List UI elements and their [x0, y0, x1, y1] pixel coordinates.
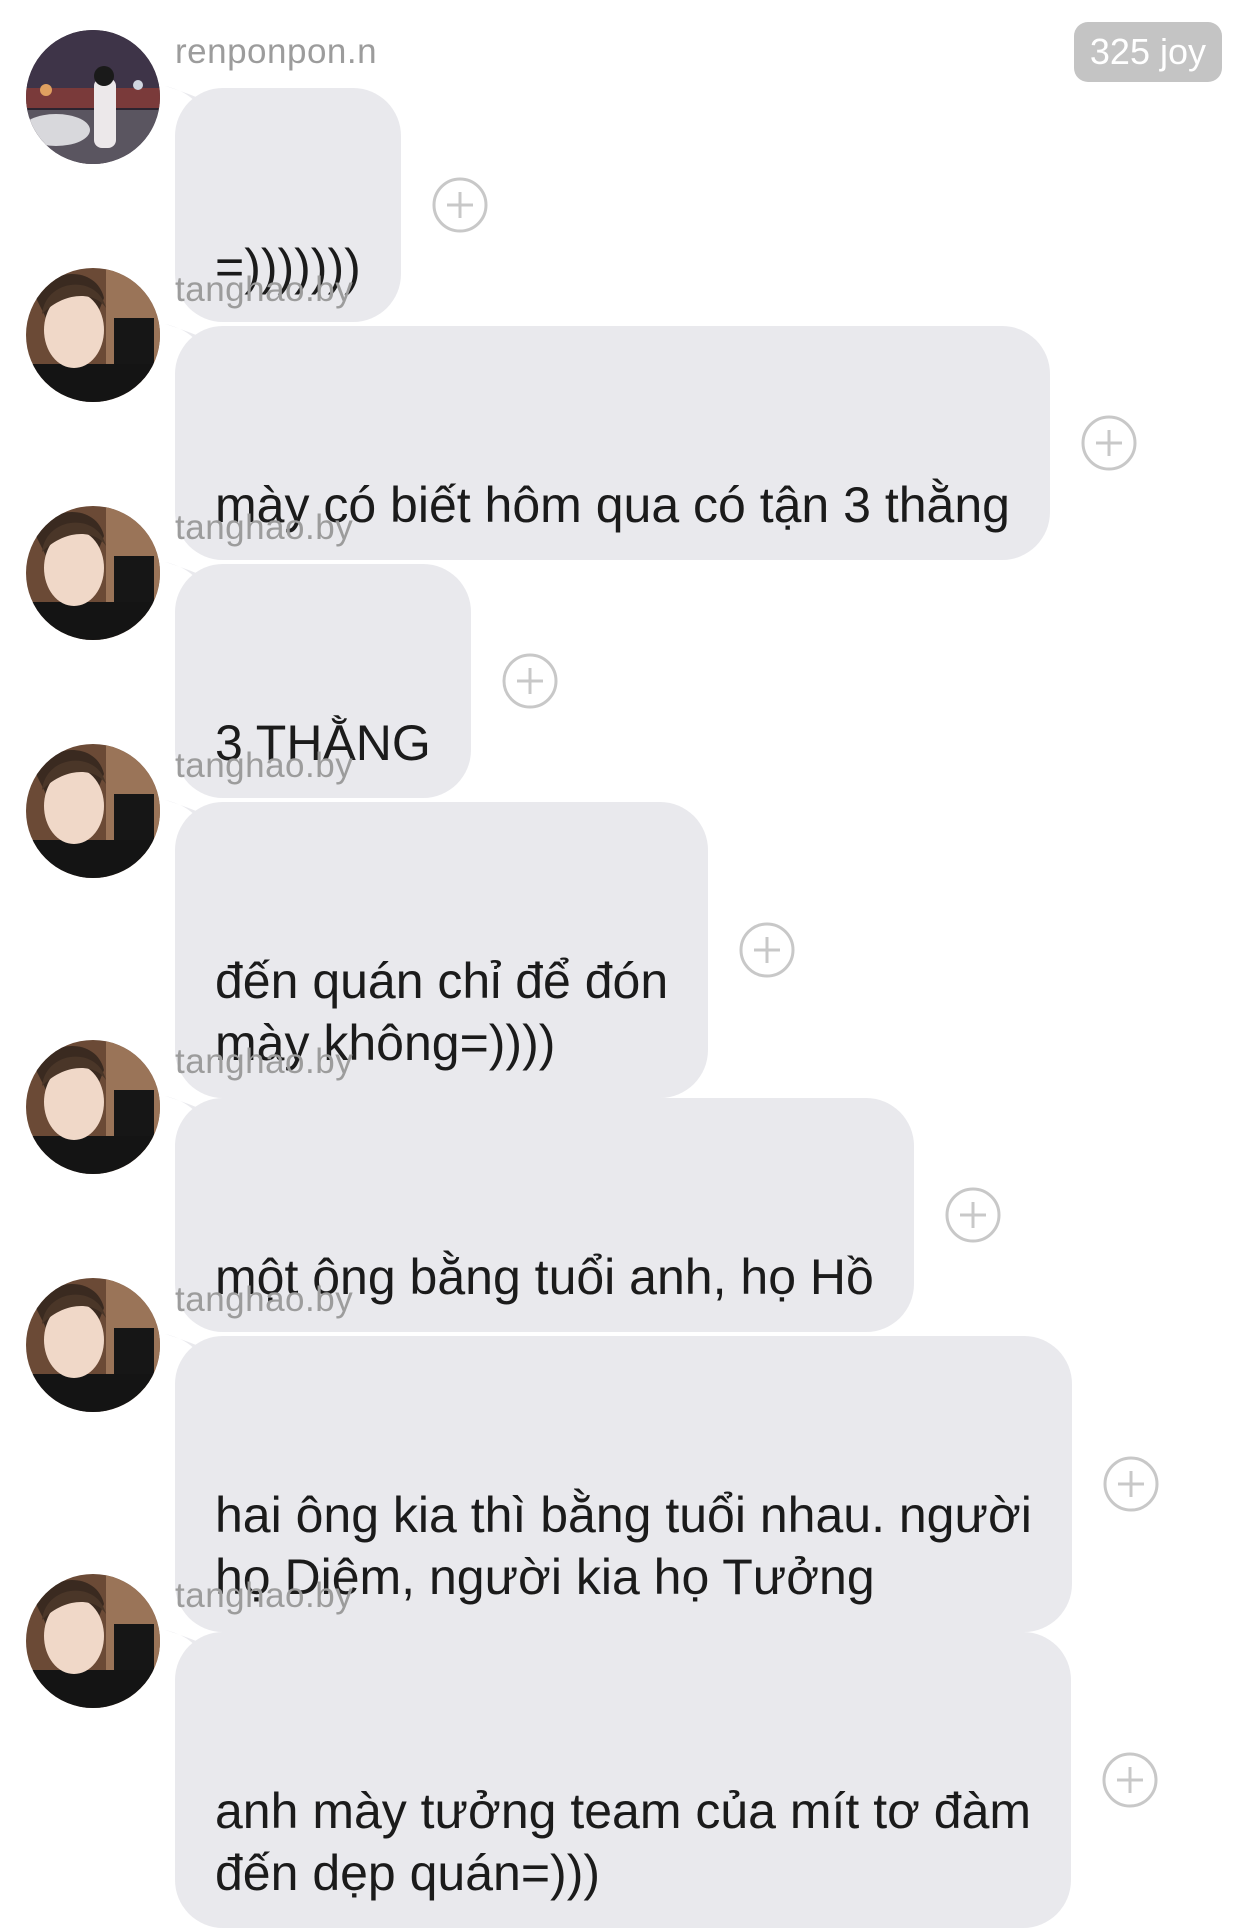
add-reaction-icon[interactable] — [501, 652, 559, 710]
username[interactable]: renponpon.n — [175, 32, 377, 72]
bubble-tail — [165, 1630, 215, 1658]
chat-thread: renponpon.n =))))))) tanghao.by mày có b… — [0, 0, 1242, 1928]
avatar-tanghao[interactable] — [26, 268, 160, 402]
bubble-tail — [165, 324, 215, 352]
avatar-tanghao[interactable] — [26, 1278, 160, 1412]
add-reaction-icon[interactable] — [738, 921, 796, 979]
username[interactable]: tanghao.by — [175, 508, 353, 548]
bubble-tail — [165, 1334, 215, 1362]
username[interactable]: tanghao.by — [175, 270, 353, 310]
avatar-tanghao[interactable] — [26, 506, 160, 640]
message-bubble[interactable]: anh mày tưởng team của mít tơ đàm đến dẹ… — [165, 1630, 1072, 1928]
avatar-renponpon[interactable] — [26, 30, 160, 164]
username[interactable]: tanghao.by — [175, 1280, 353, 1320]
add-reaction-icon[interactable] — [944, 1186, 1002, 1244]
add-reaction-icon[interactable] — [431, 176, 489, 234]
avatar-tanghao[interactable] — [26, 744, 160, 878]
message-text: anh mày tưởng team của mít tơ đàm đến dẹ… — [215, 1783, 1032, 1901]
username[interactable]: tanghao.by — [175, 746, 353, 786]
bubble-tail — [165, 562, 215, 590]
bubble-tail — [165, 86, 215, 114]
avatar-tanghao[interactable] — [26, 1040, 160, 1174]
bubble-tail — [165, 800, 215, 828]
add-reaction-icon[interactable] — [1102, 1455, 1160, 1513]
username[interactable]: tanghao.by — [175, 1042, 353, 1082]
add-reaction-icon[interactable] — [1080, 414, 1138, 472]
message-row: anh mày tưởng team của mít tơ đàm đến dẹ… — [165, 1630, 1159, 1928]
avatar-tanghao[interactable] — [26, 1574, 160, 1708]
add-reaction-icon[interactable] — [1101, 1751, 1159, 1809]
bubble-tail — [165, 1096, 215, 1124]
username[interactable]: tanghao.by — [175, 1576, 353, 1616]
